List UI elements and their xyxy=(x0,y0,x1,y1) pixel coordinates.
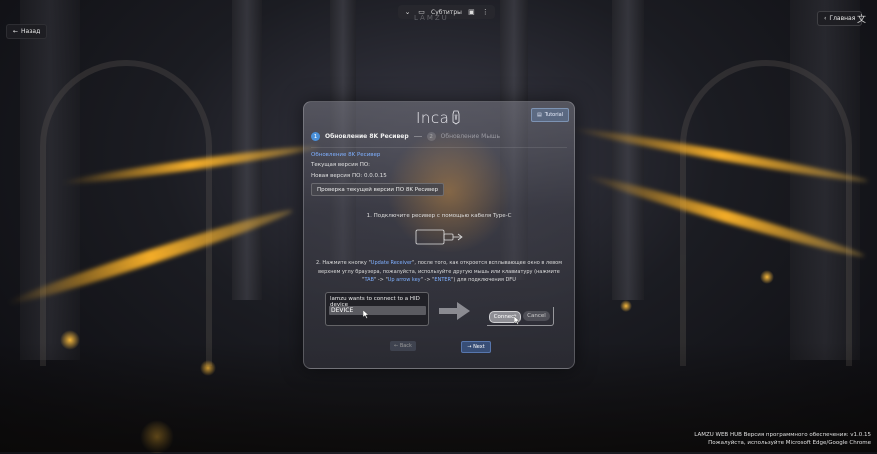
instruction-2-text: ") для подключения DFU xyxy=(451,277,516,283)
back-step-button[interactable]: ← Back xyxy=(390,341,416,351)
divider xyxy=(311,147,567,148)
step-1-label[interactable]: Обновление 8K Ресивер xyxy=(325,133,409,140)
arrow-left-icon: ← xyxy=(13,28,19,35)
instruction-2-highlight: ENTER xyxy=(434,277,452,283)
browser-line: Пожалуйста, используйте Microsoft Edge/G… xyxy=(708,440,871,446)
background-pillar xyxy=(612,0,644,300)
back-label: Назад xyxy=(21,28,41,35)
translate-icon[interactable]: 文 xyxy=(857,12,866,25)
back-step-label: Back xyxy=(399,343,412,349)
bokeh-light xyxy=(760,270,774,284)
document-icon: ▤ xyxy=(537,112,542,118)
instruction-2-text: " -> " xyxy=(373,277,388,283)
chevron-left-icon: ‹ xyxy=(824,15,827,22)
arrow-right-icon xyxy=(439,302,470,320)
home-label: Главная xyxy=(829,15,856,22)
instruction-2-highlight: Up arrow key xyxy=(387,277,421,283)
instruction-2-highlight: TAB xyxy=(364,277,374,283)
bokeh-light xyxy=(620,300,632,312)
version-line: LAMZU WEB HUB Версия программного обеспе… xyxy=(694,432,871,438)
tutorial-label: Tutorial xyxy=(544,112,564,118)
cursor-icon xyxy=(363,310,369,319)
step-1-number: 1 xyxy=(311,132,320,141)
step-indicator: 1 Обновление 8K Ресивер 2 Обновление Мыш… xyxy=(311,132,500,141)
picture-in-picture-icon[interactable]: ▣ xyxy=(467,8,476,17)
hid-device-item: DEVICE xyxy=(329,306,426,315)
step-2-label[interactable]: Обновление Мышь xyxy=(441,133,500,140)
next-step-label: Next xyxy=(473,344,485,350)
chevron-down-icon[interactable]: ⌄ xyxy=(403,8,412,17)
inca-logo-icon xyxy=(452,110,460,125)
current-version-label: Текущая версия ПО: xyxy=(311,162,371,168)
more-vertical-icon[interactable]: ⋮ xyxy=(481,8,490,17)
cursor-icon xyxy=(514,316,520,325)
next-step-button[interactable]: → Next xyxy=(461,341,491,353)
step-2-number: 2 xyxy=(426,132,436,141)
instruction-2-highlight: Update Receiver xyxy=(370,260,413,266)
new-version-label: Новая версия ПО: 0.0.0.15 xyxy=(311,173,387,179)
tutorial-button[interactable]: ▤ Tutorial xyxy=(531,108,570,122)
check-version-button[interactable]: Проверка текущей версии ПО 8K Ресивер xyxy=(311,183,445,196)
section-title: Обновление 8K Ресивер xyxy=(311,152,381,158)
back-button[interactable]: ← Назад xyxy=(6,24,48,39)
inca-logo-text: Inca xyxy=(416,109,450,127)
instruction-1: 1. Подключите ресивер с помощью кабеля T… xyxy=(366,213,512,219)
background-arch xyxy=(40,60,212,366)
instruction-2-text: " -> " xyxy=(420,277,435,283)
cancel-illustration-button: Cancel xyxy=(523,311,550,321)
hid-prompt-illustration: lamzu wants to connect to a HID device D… xyxy=(325,292,429,326)
brand-watermark: LAMZU xyxy=(414,14,449,22)
footer-info: LAMZU WEB HUB Версия программного обеспе… xyxy=(694,431,871,447)
step-divider xyxy=(413,136,422,137)
background-pillar xyxy=(232,0,262,300)
home-button[interactable]: ‹ Главная xyxy=(817,11,863,26)
instruction-2: 2. Нажмите кнопку "Update Receiver", пос… xyxy=(311,259,567,285)
firmware-update-dialog: Inca ▤ Tutorial 1 Обновление 8K Ресивер … xyxy=(303,101,575,369)
instruction-2-text: 2. Нажмите кнопку " xyxy=(316,260,371,266)
usb-c-cable-icon xyxy=(415,229,463,245)
